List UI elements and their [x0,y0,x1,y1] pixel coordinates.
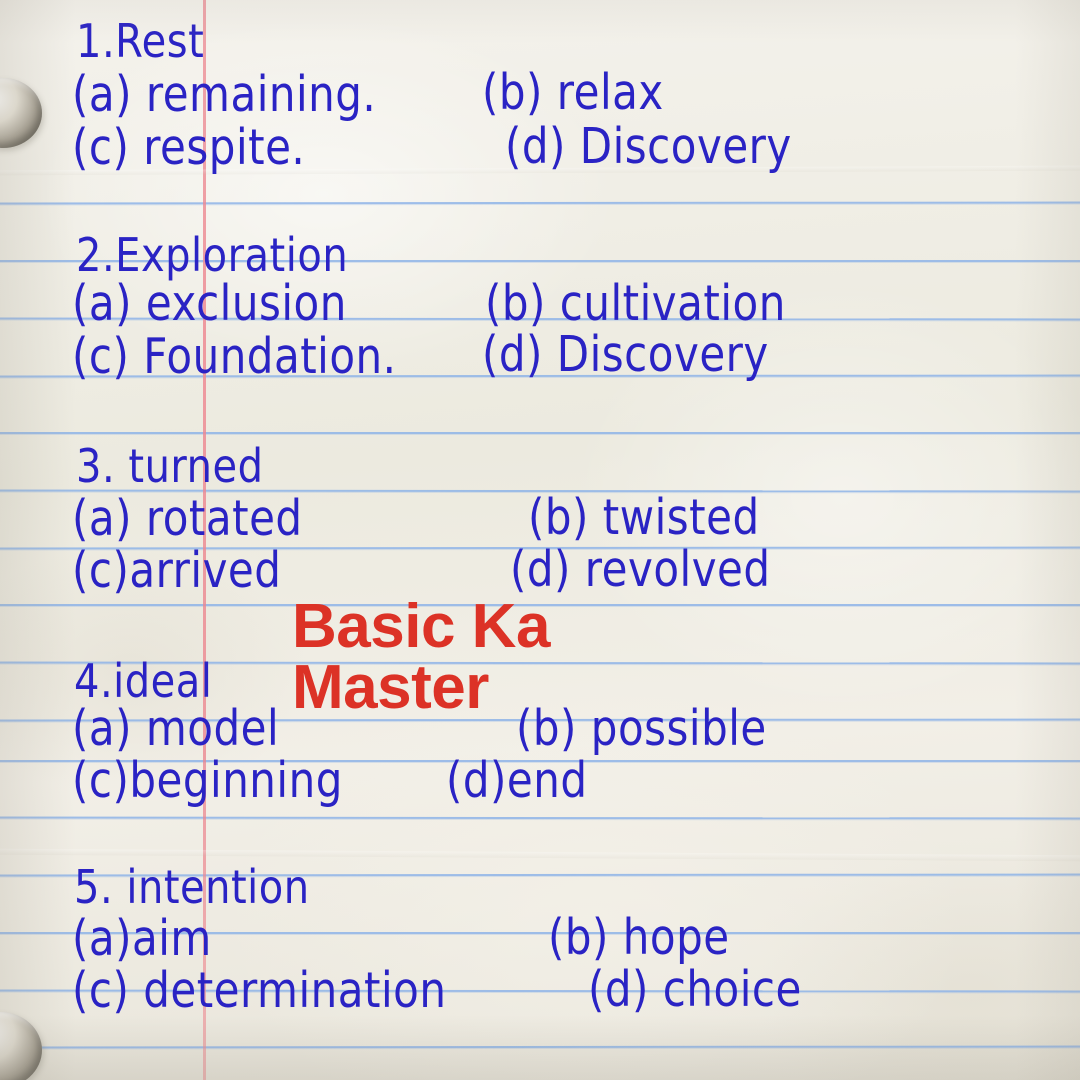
rule-line [0,432,1080,435]
question-2-number: 2.Exploration [76,229,349,283]
question-4-option-d: (d)end [446,752,588,809]
question-2-option-c: (c) Foundation. [72,328,397,385]
question-3-option-b: (b) twisted [528,489,760,546]
question-4-number: 4.ideal [74,655,213,709]
question-3-option-a: (a) rotated [72,490,303,547]
question-5-option-c: (c) determination [72,962,447,1019]
question-1-option-b: (b) relax [482,64,664,121]
question-1-number: 1.Rest [76,15,205,69]
question-3-number: 3. turned [76,440,264,494]
rule-line [0,1045,1080,1049]
question-2-option-b: (b) cultivation [485,275,786,332]
question-5-number: 5. intention [74,861,310,915]
question-5-option-a: (a)aim [72,910,212,967]
rule-line [0,201,1080,205]
question-1-option-a: (a) remaining. [72,66,377,123]
paper-crease-bottom [0,848,1080,862]
question-4-option-a: (a) model [72,700,280,757]
question-4-option-c: (c)beginning [72,752,343,809]
question-1-option-d: (d) Discovery [505,118,792,175]
notebook-page: 1.Rest (a) remaining. (b) relax (c) resp… [0,0,1080,1080]
question-2-option-a: (a) exclusion [72,275,347,332]
rule-line [0,816,1080,820]
question-1-option-c: (c) respite. [72,119,306,176]
question-5-option-d: (d) choice [588,961,802,1018]
question-3-option-d: (d) revolved [510,541,771,598]
question-3-option-c: (c)arrived [72,542,282,599]
punch-hole-bottom [0,1012,42,1080]
punch-hole-top [0,78,42,148]
question-5-option-b: (b) hope [548,909,730,966]
question-4-option-b: (b) possible [516,700,767,757]
question-2-option-d: (d) Discovery [482,326,769,383]
